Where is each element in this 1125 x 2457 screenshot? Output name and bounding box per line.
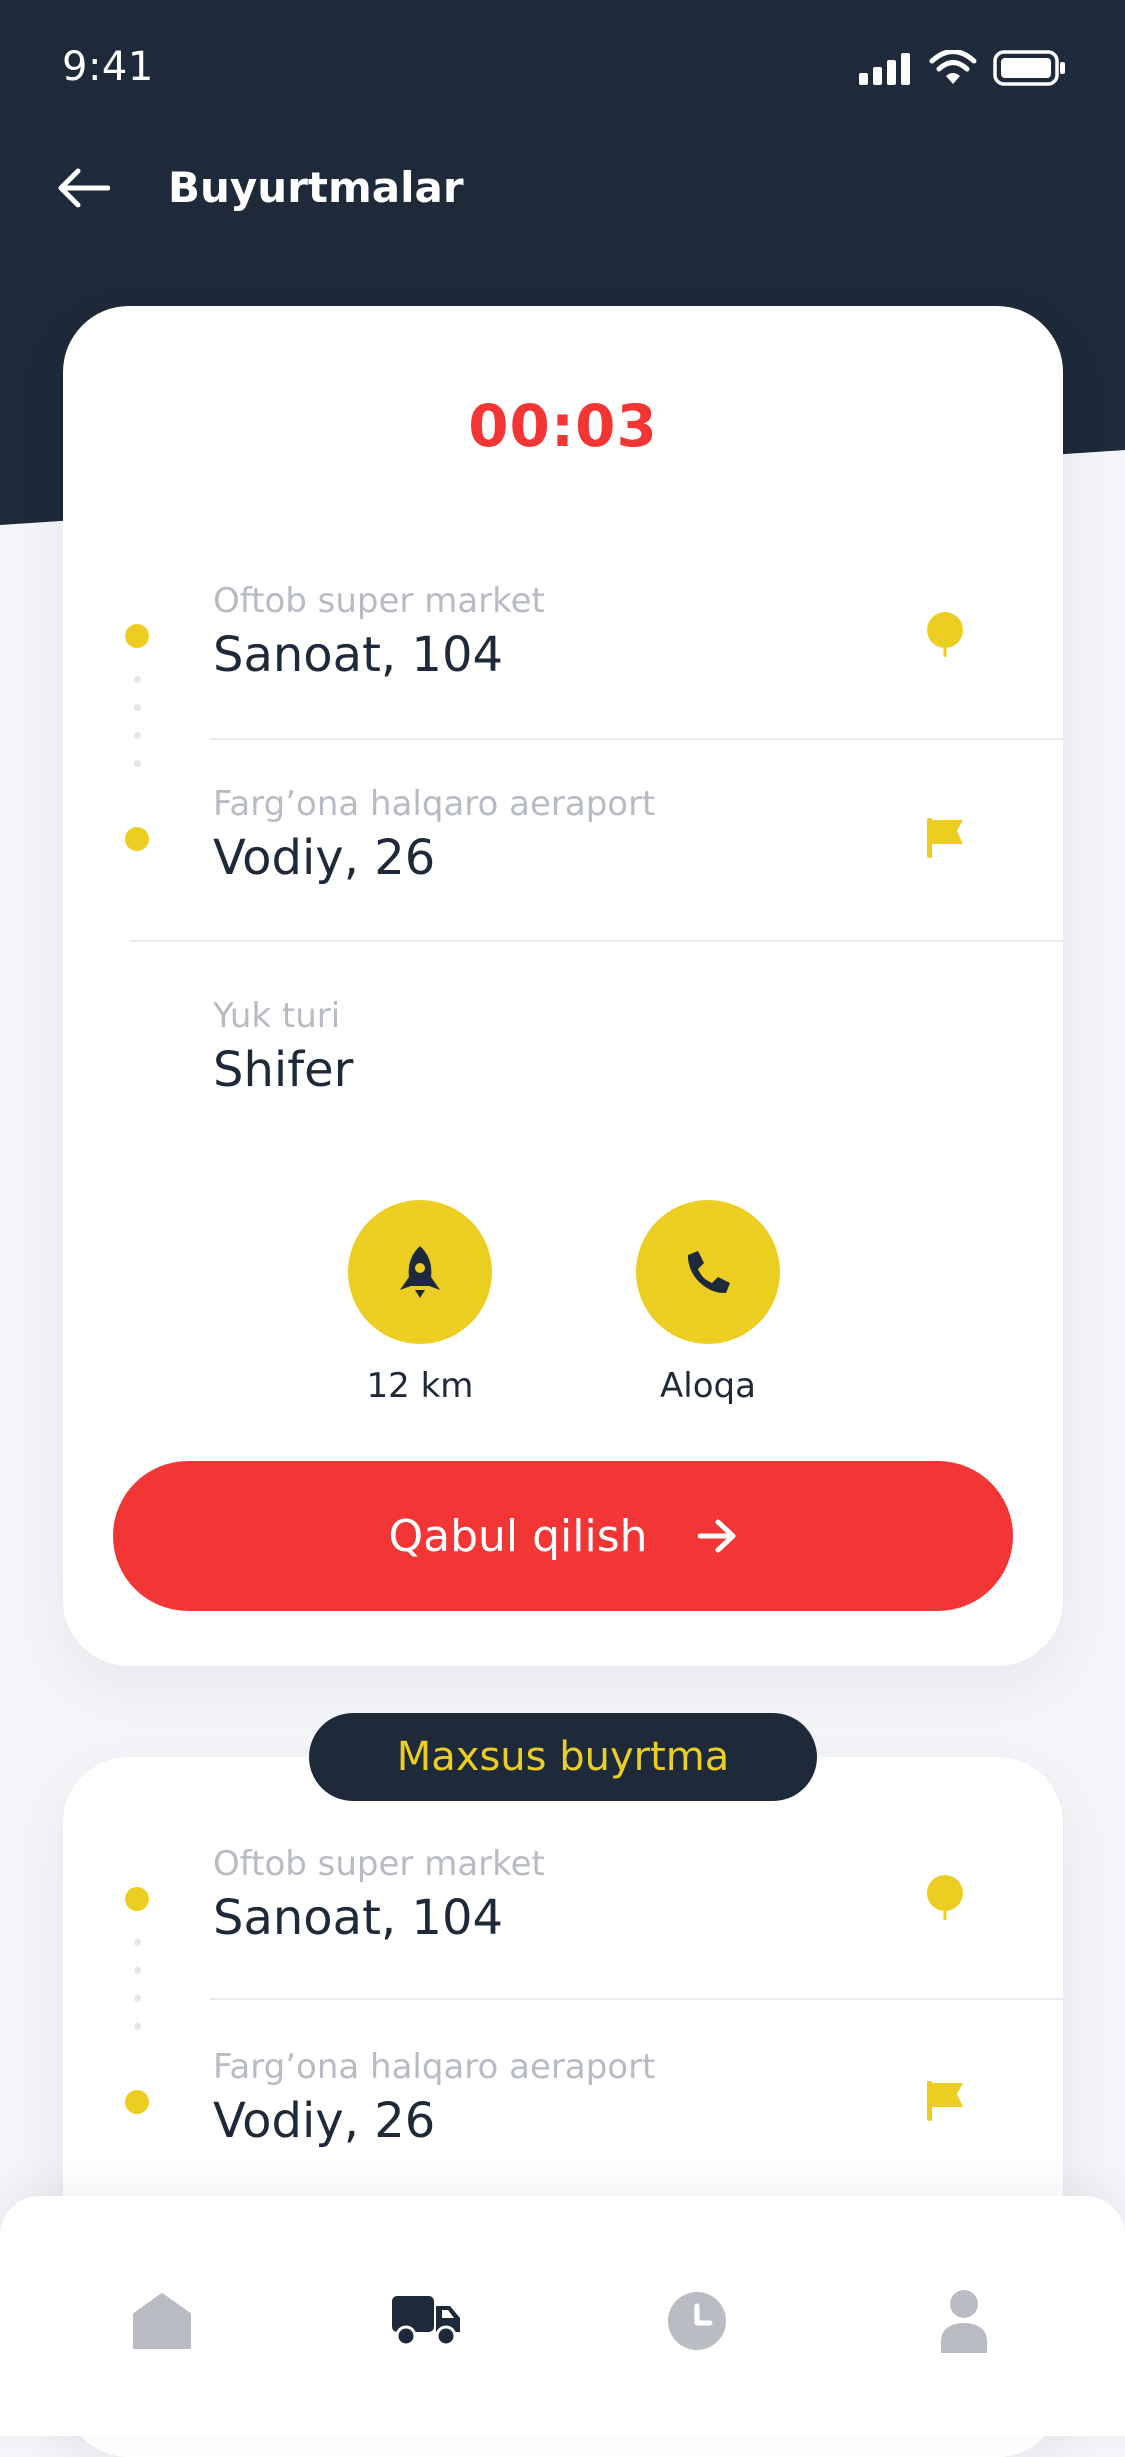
accept-order-button[interactable]: Qabul qilish xyxy=(113,1461,1013,1611)
profile-icon xyxy=(941,2290,987,2353)
order-card: 00:03 Oftob super market Sanoat, 104 Far… xyxy=(63,306,1066,1666)
tab-history[interactable] xyxy=(657,2281,737,2361)
distance-label: 12 km xyxy=(366,1366,474,1406)
special-dropoff-address: Vodiy, 26 xyxy=(213,2093,436,2149)
pickup-address: Sanoat, 104 xyxy=(213,627,504,683)
contact-label: Aloqa xyxy=(660,1366,756,1406)
special-route-line xyxy=(134,1939,141,2051)
special-pickup-dot xyxy=(125,1887,149,1911)
special-pickup-place: Oftob super market xyxy=(213,1844,545,1884)
special-order-badge: Maxsus buyrtma xyxy=(309,1713,817,1801)
phone-icon xyxy=(687,1251,730,1294)
arrow-right-icon xyxy=(697,1518,738,1554)
tab-profile[interactable] xyxy=(924,2281,1004,2361)
arrow-left-icon xyxy=(58,168,110,208)
status-time: 9:41 xyxy=(62,44,154,90)
status-icons xyxy=(859,48,1067,88)
location-pin-icon xyxy=(927,612,963,657)
contact-circle xyxy=(636,1200,780,1344)
countdown-timer: 00:03 xyxy=(468,392,658,460)
section-divider xyxy=(130,940,1066,942)
flag-icon xyxy=(927,818,963,858)
route-line xyxy=(134,676,141,788)
special-dropoff-place: Farg’ona halqaro aeraport xyxy=(213,2047,656,2087)
page-title: Buyurtmalar xyxy=(168,163,464,212)
clock-icon xyxy=(668,2292,726,2350)
flag-icon xyxy=(927,2081,963,2121)
rocket-icon xyxy=(400,1246,440,1298)
battery-icon xyxy=(993,50,1065,86)
dropoff-address: Vodiy, 26 xyxy=(213,830,436,886)
cargo-type-value: Shifer xyxy=(213,1042,354,1098)
wifi-icon xyxy=(929,50,977,84)
contact-button[interactable]: Aloqa xyxy=(628,1200,788,1406)
special-dropoff-dot xyxy=(125,2090,149,2114)
back-button[interactable] xyxy=(56,160,112,216)
tab-orders[interactable] xyxy=(386,2281,466,2361)
tab-home[interactable] xyxy=(122,2281,202,2361)
truck-icon xyxy=(392,2296,460,2347)
signal-icon xyxy=(859,53,910,85)
dropoff-place: Farg’ona halqaro aeraport xyxy=(213,784,656,824)
accept-label: Qabul qilish xyxy=(388,1510,648,1562)
location-pin-icon xyxy=(927,1875,963,1920)
special-pickup-address: Sanoat, 104 xyxy=(213,1890,504,1946)
pickup-dot xyxy=(125,624,149,648)
distance-circle xyxy=(348,1200,492,1344)
home-icon xyxy=(133,2293,191,2349)
special-stop-divider xyxy=(210,1998,1063,2000)
pickup-place: Oftob super market xyxy=(213,581,545,621)
bottom-tab-bar xyxy=(0,2196,1125,2436)
stop-divider xyxy=(210,738,1066,740)
cargo-type-label: Yuk turi xyxy=(213,996,341,1036)
dropoff-dot xyxy=(125,827,149,851)
distance-button[interactable]: 12 km xyxy=(340,1200,500,1406)
